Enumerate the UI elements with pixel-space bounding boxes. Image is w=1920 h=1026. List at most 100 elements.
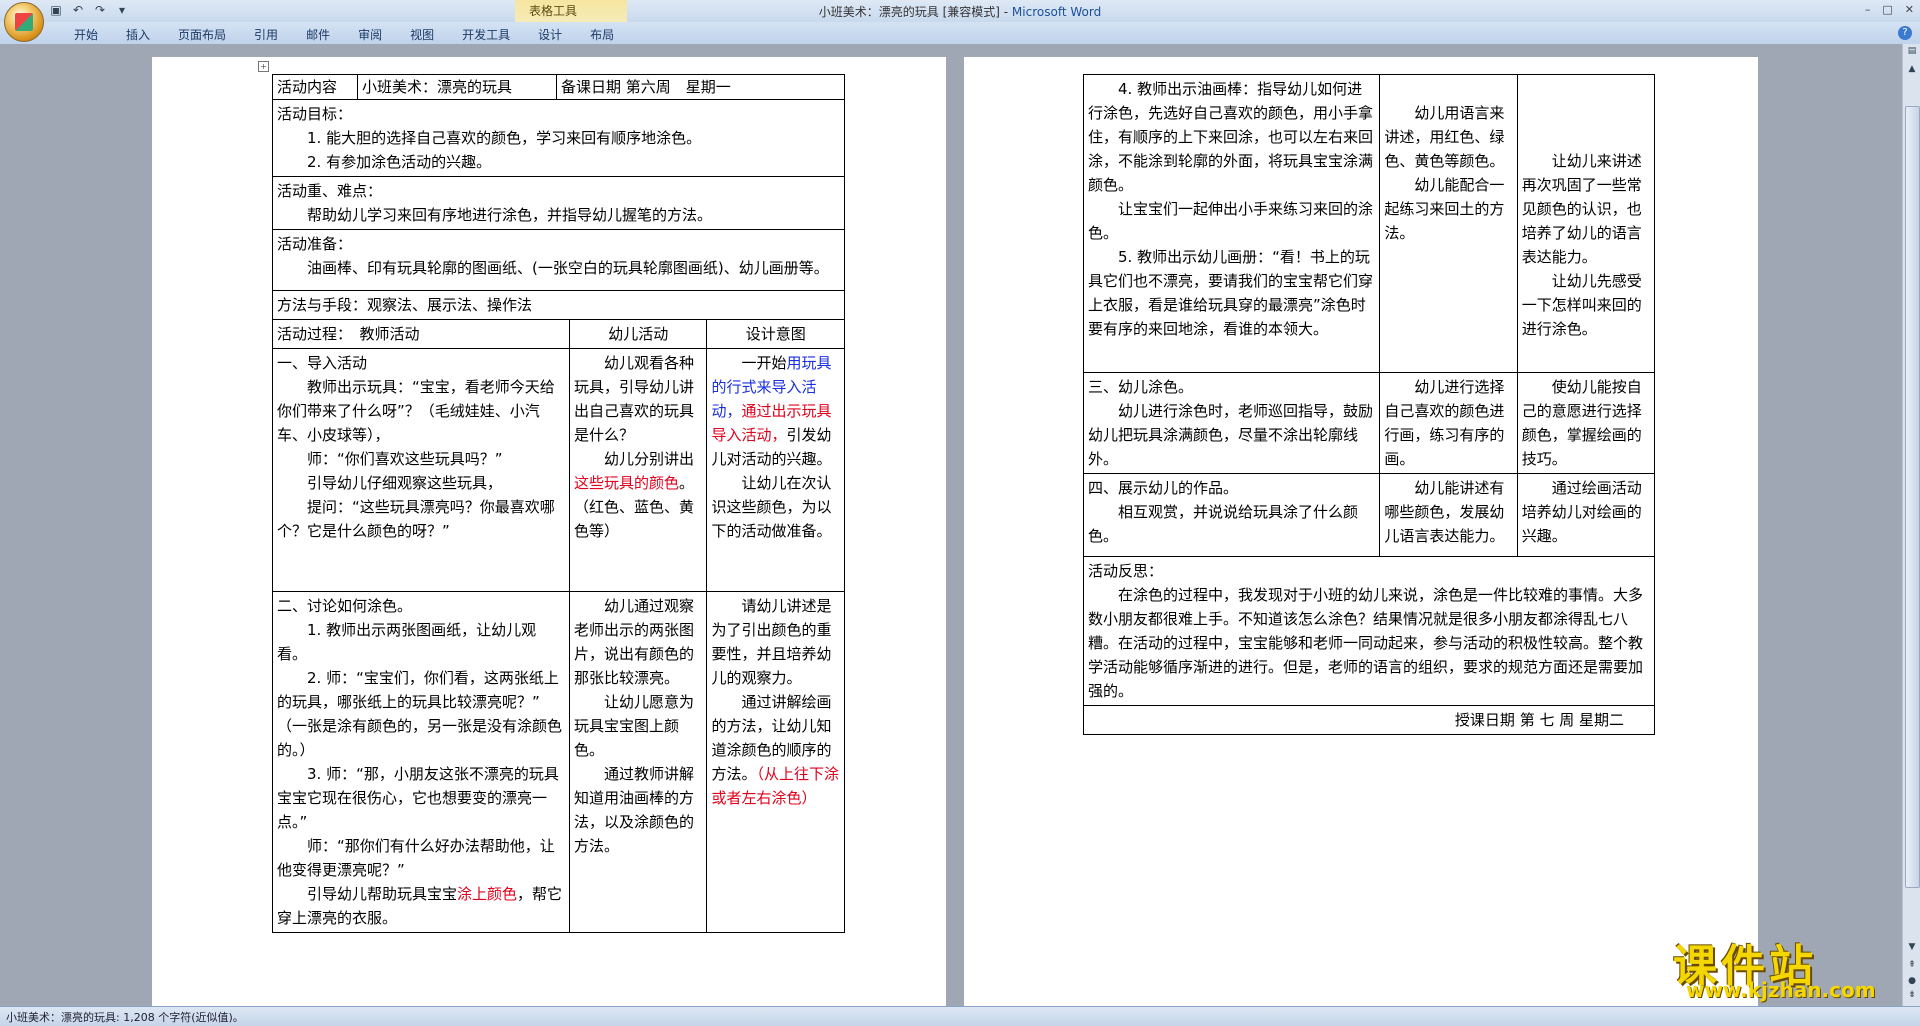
tab-mailings[interactable]: 邮件 xyxy=(292,26,344,43)
cell-goals: 活动目标： 1. 能大胆的选择自己喜欢的颜色，学习来回有顺序地涂色。 2. 有参… xyxy=(272,99,845,177)
tab-developer[interactable]: 开发工具 xyxy=(448,26,524,43)
s2-intent-line: 通过讲解绘画的方法，让幼儿知道涂颜色的顺序的方法。（从上往下涂或者左右涂色） xyxy=(711,693,839,807)
s4-intent-line: 让幼儿先感受一下怎样叫来回的进行涂色。 xyxy=(1521,272,1642,338)
scroll-up-icon[interactable]: ▲ xyxy=(1906,64,1918,78)
cell-s4-teacher: 4. 教师出示油画棒：指导幼儿如何进行涂色，先选好自己喜欢的颜色，用小手拿住，有… xyxy=(1082,74,1381,373)
s2-teacher-line: 引导幼儿帮助玩具宝宝涂上颜色，帮它穿上漂亮的衣服。 xyxy=(277,885,563,927)
redo-icon[interactable]: ↷ xyxy=(92,3,108,17)
table-move-handle-icon[interactable]: + xyxy=(258,61,269,72)
reflection-title: 活动反思： xyxy=(1088,562,1164,580)
s2-teacher-line: 1. 教师出示两张图画纸，让幼儿观看。 xyxy=(277,621,537,663)
cell-s1-teacher: 一、导入活动 教师出示玩具：“宝宝，看老师今天给你们带来了什么呀”？（毛绒娃娃、… xyxy=(272,348,570,592)
cell-s4-intent: 让幼儿来讲述再次巩固了一些常见颜色的认识，也培养了幼儿的语言表达能力。 让幼儿先… xyxy=(1516,74,1656,373)
status-bar: 小班美术：漂亮的玩具: 1,208 个字符(近似值)。 xyxy=(0,1006,1920,1026)
s1-intent-line: 一开始用玩具的行式来导入活动，通过出示玩具导入活动，引发幼儿对活动的兴趣。 xyxy=(711,354,832,468)
s2-intent-line: 请幼儿讲述是为了引出颜色的重要性，并且培养幼儿的观察力。 xyxy=(711,597,832,687)
s4-intent-line: 让幼儿来讲述再次巩固了一些常见颜色的认识，也培养了幼儿的语言表达能力。 xyxy=(1521,152,1642,266)
col-header-child: 幼儿活动 xyxy=(568,319,708,349)
browse-object-icon[interactable]: ● xyxy=(1906,976,1918,990)
s2-teacher-line: 二、讨论如何涂色。 xyxy=(277,597,413,615)
s2-child-line: 幼儿通过观察老师出示的两张图片，说出有颜色的那张比较漂亮。 xyxy=(573,597,694,687)
watermark-logo: 课件站 www.kjzhan.com xyxy=(1658,930,1898,1002)
minimize-icon[interactable]: – xyxy=(1865,3,1871,16)
context-tab-label: 表格工具 xyxy=(529,4,578,18)
tab-design[interactable]: 设计 xyxy=(524,26,576,43)
cell-s2-intent: 请幼儿讲述是为了引出颜色的重要性，并且培养幼儿的观察力。 通过讲解绘画的方法，让… xyxy=(706,591,845,933)
cell-s3-teacher: 三、幼儿涂色。 幼儿进行涂色时，老师巡回指导，鼓励幼儿把玩具涂满颜色，尽量不涂出… xyxy=(1082,372,1381,474)
goals-title: 活动目标： xyxy=(277,105,353,123)
customize-qat-icon[interactable]: ▾ xyxy=(114,3,130,17)
s1-teacher-line: 引导幼儿仔细观察这些玩具， xyxy=(307,474,503,492)
save-icon[interactable]: ▣ xyxy=(48,3,64,17)
maximize-icon[interactable]: □ xyxy=(1882,3,1892,16)
cell-s2-teacher: 二、讨论如何涂色。 1. 教师出示两张图画纸，让幼儿观看。 2. 师：“宝宝们，… xyxy=(272,591,570,933)
prep-line-1: 油画棒、印有玩具轮廓的图画纸、(一张空白的玩具轮廓图画纸)、幼儿画册等。 xyxy=(307,259,829,277)
scroll-thumb[interactable] xyxy=(1905,106,1920,888)
s3-teacher-line: 三、幼儿涂色。 xyxy=(1088,378,1194,396)
s1-child-line: 幼儿分别讲出这些玩具的颜色。（红色、蓝色、黄色等） xyxy=(573,450,694,540)
undo-icon[interactable]: ↶ xyxy=(70,3,86,17)
tab-layout[interactable]: 布局 xyxy=(576,26,628,43)
scroll-down-icon[interactable]: ▼ xyxy=(1906,942,1918,956)
cell-s5-child: 幼儿能讲述有哪些颜色，发展幼儿语言表达能力。 xyxy=(1379,473,1518,557)
lesson-table-page-2: 4. 教师出示油画棒：指导幼儿如何进行涂色，先选好自己喜欢的颜色，用小手拿住，有… xyxy=(1082,74,1656,735)
document-page-1[interactable]: + 活动内容 小班美术：漂亮的玩具 备课日期 第六周 星期一 活动目标： 1. … xyxy=(152,57,946,1006)
cell-s5-intent: 通过绘画活动培养幼儿对绘画的兴趣。 xyxy=(1516,473,1656,557)
status-text: 小班美术：漂亮的玩具: 1,208 个字符(近似值)。 xyxy=(6,1011,244,1024)
vertical-scrollbar[interactable]: ▤ ▲ ▼ ⇞ ● ⇟ xyxy=(1902,44,1920,1006)
s4-child-line: 幼儿能配合一起练习来回土的方法。 xyxy=(1384,176,1505,242)
document-page-2[interactable]: 4. 教师出示油画棒：指导幼儿如何进行涂色，先选好自己喜欢的颜色，用小手拿住，有… xyxy=(964,57,1758,1006)
tab-insert[interactable]: 插入 xyxy=(112,26,164,43)
cell-teach-date: 授课日期 第 七 周 星期二 xyxy=(1083,705,1655,735)
help-icon[interactable]: ? xyxy=(1898,26,1912,40)
office-logo-icon xyxy=(15,13,33,31)
s2-teacher-line: （一张是涂有颜色的，另一张是没有涂颜色的。） xyxy=(277,717,563,759)
cell-s1-intent: 一开始用玩具的行式来导入活动，通过出示玩具导入活动，引发幼儿对活动的兴趣。 让幼… xyxy=(706,348,845,592)
ruler-toggle-icon[interactable]: ▤ xyxy=(1906,46,1918,60)
ribbon: 开始 插入 页面布局 引用 邮件 审阅 视图 开发工具 设计 布局 ? xyxy=(0,22,1920,45)
s5-child-line: 幼儿能讲述有哪些颜色，发展幼儿语言表达能力。 xyxy=(1384,479,1505,545)
s1-intent-line: 让幼儿在次认识这些颜色，为以下的活动做准备。 xyxy=(711,474,832,540)
cell-s4-child: 幼儿用语言来讲述，用红色、绿色、黄色等颜色。 幼儿能配合一起练习来回土的方法。 xyxy=(1379,74,1518,373)
cell-s3-child: 幼儿进行选择自己喜欢的颜色进行画，练习有序的画。 xyxy=(1379,372,1518,474)
s2-teacher-line: 3. 师：“那，小朋友这张不漂亮的玩具宝宝它现在很伤心，它也想要变的漂亮一点。” xyxy=(277,765,559,831)
cell-s5-teacher: 四、展示幼儿的作品。 相互观赏，并说说给玩具涂了什么颜色。 xyxy=(1082,473,1381,557)
prep-title: 活动准备： xyxy=(277,235,353,253)
key-line-1: 帮助幼儿学习来回有序地进行涂色，并指导幼儿握笔的方法。 xyxy=(307,206,713,224)
cell-s2-child: 幼儿通过观察老师出示的两张图片，说出有颜色的那张比较漂亮。 让幼儿愿意为玩具宝宝… xyxy=(568,591,708,933)
s1-teacher-line: 一、导入活动 xyxy=(277,354,368,372)
s3-teacher-line: 幼儿进行涂色时，老师巡回指导，鼓励幼儿把玩具涂满颜色，尽量不涂出轮廓线外。 xyxy=(1088,402,1374,468)
tab-view[interactable]: 视图 xyxy=(396,26,448,43)
next-page-icon[interactable]: ⇟ xyxy=(1906,990,1918,1004)
office-button[interactable] xyxy=(4,2,44,42)
cell-s1-child: 幼儿观看各种玩具，引导幼儿讲出自己喜欢的玩具是什么？ 幼儿分别讲出这些玩具的颜色… xyxy=(568,348,708,592)
cell-activity-label: 活动内容 xyxy=(273,75,358,99)
s2-teacher-line: 师：“那你们有什么好办法帮助他，让他变得更漂亮呢？” xyxy=(277,837,555,879)
s4-teacher-line: 让宝宝们一起伸出小手来练习来回的涂色。 xyxy=(1088,200,1374,242)
cell-methods: 方法与手段：观察法、展示法、操作法 xyxy=(272,290,845,320)
watermark-url: www.kjzhan.com xyxy=(1686,978,1876,1002)
s4-child-line: 幼儿用语言来讲述，用红色、绿色、黄色等颜色。 xyxy=(1384,104,1505,170)
cell-activity-title: 小班美术：漂亮的玩具 xyxy=(358,75,557,99)
quick-access-toolbar: ▣ ↶ ↷ ▾ xyxy=(48,3,130,17)
window-title: 小班美术：漂亮的玩具 [兼容模式] - Microsoft Word xyxy=(818,5,1102,19)
close-icon[interactable]: ✕ xyxy=(1905,3,1914,16)
s1-child-line: 幼儿观看各种玩具，引导幼儿讲出自己喜欢的玩具是什么？ xyxy=(573,354,694,444)
goals-line-1: 1. 能大胆的选择自己喜欢的颜色，学习来回有顺序地涂色。 xyxy=(307,129,702,147)
s2-child-line: 让幼儿愿意为玩具宝宝图上颜色。 xyxy=(573,693,694,759)
tab-page-layout[interactable]: 页面布局 xyxy=(164,26,240,43)
tab-review[interactable]: 审阅 xyxy=(344,26,396,43)
previous-page-icon[interactable]: ⇞ xyxy=(1906,960,1918,974)
s2-child-line: 通过教师讲解知道用油画棒的方法，以及涂颜色的方法。 xyxy=(573,765,694,855)
s3-child-line: 幼儿进行选择自己喜欢的颜色进行画，练习有序的画。 xyxy=(1384,378,1505,468)
reflection-body: 在涂色的过程中，我发现对于小班的幼儿来说，涂色是一件比较难的事情。大多数小朋友都… xyxy=(1088,586,1644,700)
col-header-intent: 设计意图 xyxy=(706,319,845,349)
cell-s3-intent: 使幼儿能按自己的意愿进行选择颜色，掌握绘画的技巧。 xyxy=(1516,372,1656,474)
title-bar: 小班美术：漂亮的玩具 [兼容模式] - Microsoft Word xyxy=(0,0,1920,22)
s2-teacher-line: 2. 师：“宝宝们，你们看，这两张纸上的玩具，哪张纸上的玩具比较漂亮呢？” xyxy=(277,669,559,711)
tab-references[interactable]: 引用 xyxy=(240,26,292,43)
s3-intent-line: 使幼儿能按自己的意愿进行选择颜色，掌握绘画的技巧。 xyxy=(1521,378,1642,468)
s5-teacher-line: 相互观赏，并说说给玩具涂了什么颜色。 xyxy=(1088,503,1359,545)
cell-prep-date: 备课日期 第六周 星期一 xyxy=(561,78,731,96)
tab-home[interactable]: 开始 xyxy=(60,26,112,43)
